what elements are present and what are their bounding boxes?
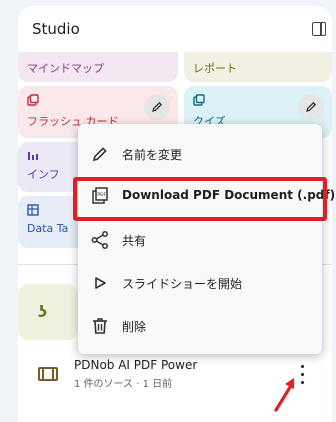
- menu-item-slideshow[interactable]: スライドショーを開始: [78, 263, 322, 303]
- quiz-edit-button[interactable]: [298, 94, 324, 120]
- flashcards-icon: [27, 94, 39, 109]
- quiz-icon: [193, 94, 205, 109]
- share-icon: [91, 231, 108, 249]
- datatable-label: Data Ta: [27, 222, 69, 235]
- pencil-icon: [152, 101, 163, 112]
- table-icon: [27, 204, 39, 219]
- report-tile[interactable]: レポート: [184, 52, 332, 82]
- flashcards-edit-button[interactable]: [144, 94, 170, 120]
- infographic-icon: [27, 150, 39, 165]
- mindmap-label: マインドマップ: [27, 62, 104, 75]
- generating-item: ʖ: [18, 284, 78, 340]
- trash-icon: [93, 318, 107, 334]
- menu-item-delete[interactable]: 削除: [78, 306, 322, 346]
- note-meta: 1 件のソース · 1 日前: [74, 379, 173, 390]
- context-menu: 名前を変更 PDF Download PDF Document (.pdf) 共…: [78, 124, 335, 354]
- menu-item-rename[interactable]: 名前を変更: [78, 134, 322, 174]
- panel-header: Studio: [18, 6, 332, 54]
- play-icon: [95, 277, 106, 289]
- pencil-icon: [92, 147, 107, 162]
- note-title: PDNob AI PDF Power: [74, 358, 198, 372]
- panel-title: Studio: [32, 20, 80, 38]
- menu-item-share[interactable]: 共有: [78, 220, 322, 260]
- pencil-icon: [306, 101, 317, 112]
- menu-item-label: 削除: [122, 320, 147, 334]
- panel-toggle-icon[interactable]: [312, 22, 326, 36]
- mindmap-tile[interactable]: マインドマップ: [18, 52, 178, 82]
- infographic-label: インフ: [27, 168, 60, 181]
- slides-icon: [38, 367, 58, 381]
- red-arrow-annotation: [274, 378, 294, 412]
- sync-icon: ʖ: [38, 302, 48, 321]
- menu-item-label: 共有: [122, 234, 147, 248]
- report-label: レポート: [193, 62, 237, 75]
- highlight-box-annotation: [73, 177, 327, 221]
- menu-item-label: スライドショーを開始: [122, 277, 243, 291]
- menu-item-label: 名前を変更: [122, 148, 183, 162]
